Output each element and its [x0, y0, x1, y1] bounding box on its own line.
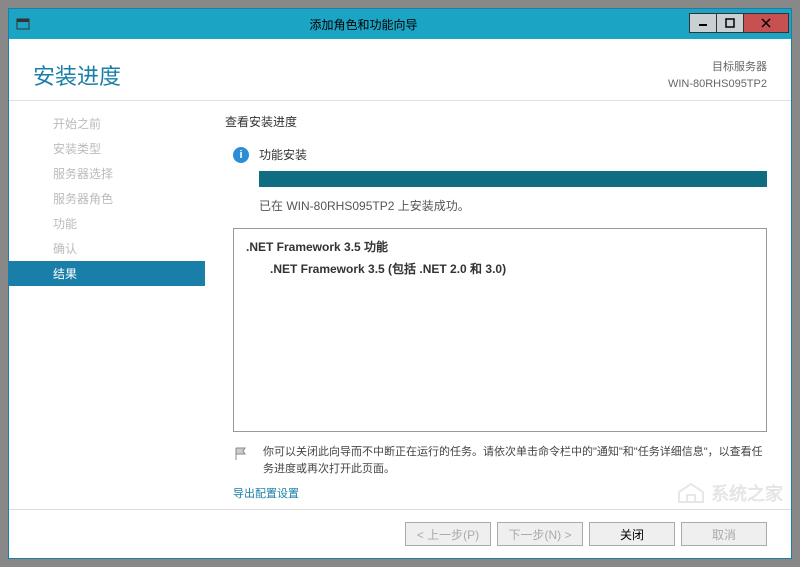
feature-list: .NET Framework 3.5 功能 .NET Framework 3.5… [233, 228, 767, 432]
maximize-button[interactable] [716, 13, 744, 33]
close-button[interactable] [743, 13, 789, 33]
previous-button: < 上一步(P) [405, 522, 491, 546]
progress-bar [259, 171, 767, 187]
window-title: 添加角色和功能向导 [37, 16, 690, 33]
export-config-link[interactable]: 导出配置设置 [233, 485, 767, 501]
page-title: 安装进度 [33, 59, 668, 91]
sidebar-item-before-begin: 开始之前 [9, 111, 205, 136]
hint-row: 你可以关闭此向导而不中断正在运行的任务。请依次单击命令栏中的"通知"和"任务详细… [233, 444, 767, 477]
sidebar-item-install-type: 安装类型 [9, 136, 205, 161]
hint-text: 你可以关闭此向导而不中断正在运行的任务。请依次单击命令栏中的"通知"和"任务详细… [263, 444, 767, 477]
sidebar-item-results: 结果 [9, 261, 205, 286]
window-controls [690, 13, 789, 35]
flag-icon [233, 444, 253, 477]
status-row: i 功能安装 [225, 146, 767, 163]
status-label: 功能安装 [259, 146, 307, 163]
success-message: 已在 WIN-80RHS095TP2 上安装成功。 [259, 197, 767, 214]
sidebar-item-server-roles: 服务器角色 [9, 186, 205, 211]
sidebar-item-confirmation: 确认 [9, 236, 205, 261]
sidebar-item-server-selection: 服务器选择 [9, 161, 205, 186]
info-icon: i [233, 147, 249, 163]
target-server: WIN-80RHS095TP2 [668, 76, 767, 93]
header: 安装进度 目标服务器 WIN-80RHS095TP2 [9, 39, 791, 101]
titlebar: 添加角色和功能向导 [9, 9, 791, 39]
minimize-button[interactable] [689, 13, 717, 33]
body: 开始之前 安装类型 服务器选择 服务器角色 功能 确认 结果 查看安装进度 i … [9, 101, 791, 509]
sidebar-item-features: 功能 [9, 211, 205, 236]
sidebar: 开始之前 安装类型 服务器选择 服务器角色 功能 确认 结果 [9, 101, 205, 509]
feature-parent: .NET Framework 3.5 功能 [246, 237, 754, 259]
cancel-button: 取消 [681, 522, 767, 546]
close-wizard-button[interactable]: 关闭 [589, 522, 675, 546]
app-icon [15, 16, 31, 32]
content: 安装进度 目标服务器 WIN-80RHS095TP2 开始之前 安装类型 服务器… [9, 39, 791, 558]
main-panel: 查看安装进度 i 功能安装 已在 WIN-80RHS095TP2 上安装成功。 … [205, 101, 791, 509]
next-button: 下一步(N) > [497, 522, 583, 546]
feature-child: .NET Framework 3.5 (包括 .NET 2.0 和 3.0) [246, 259, 754, 281]
footer: < 上一步(P) 下一步(N) > 关闭 取消 [9, 509, 791, 558]
target-server-info: 目标服务器 WIN-80RHS095TP2 [668, 59, 767, 92]
target-label: 目标服务器 [668, 59, 767, 76]
wizard-window: 添加角色和功能向导 安装进度 目标服务器 WIN-80RHS095TP2 开始之… [8, 8, 792, 559]
view-progress-label: 查看安装进度 [225, 113, 767, 130]
